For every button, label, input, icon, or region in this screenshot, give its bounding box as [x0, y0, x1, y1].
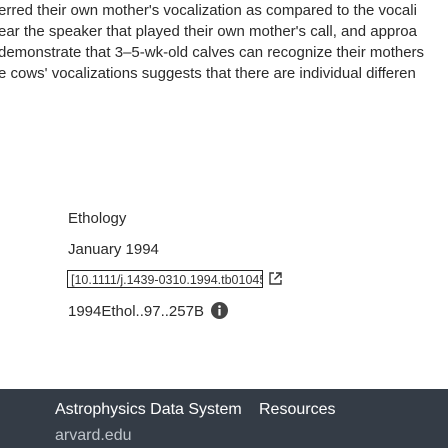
paper-detail-page: erred their own mother's vocalization as… — [0, 0, 448, 448]
abstract-text: erred their own mother's vocalization as… — [0, 0, 448, 84]
journal-name: Ethology — [68, 210, 127, 227]
publication-date: January 1994 — [68, 241, 159, 258]
info-icon[interactable] — [211, 302, 229, 319]
abstract-line: demonstrate that 3–5-wk-old calves can r… — [0, 44, 425, 61]
bibcode-row: 1994Ethol..97..257B — [68, 302, 229, 320]
site-footer: Astrophysics Data System Resources arvar… — [0, 389, 448, 448]
abstract-line: ear the speaker that played their own mo… — [0, 23, 417, 40]
resources-link[interactable]: Resources — [259, 401, 335, 419]
abstract-line: erred their own mother's vocalization as… — [0, 2, 417, 19]
bibcode: 1994Ethol..97..257B — [68, 303, 204, 320]
external-link-icon[interactable] — [268, 271, 283, 286]
footer-domain: arvard.edu — [55, 427, 132, 444]
abstract-line: e cows' vocalizations suggests that ther… — [0, 65, 416, 82]
doi-link[interactable]: [10.1111/j.1439-0310.1994.tb01045.x] — [67, 270, 263, 288]
ads-link[interactable]: Astrophysics Data System — [55, 401, 242, 419]
